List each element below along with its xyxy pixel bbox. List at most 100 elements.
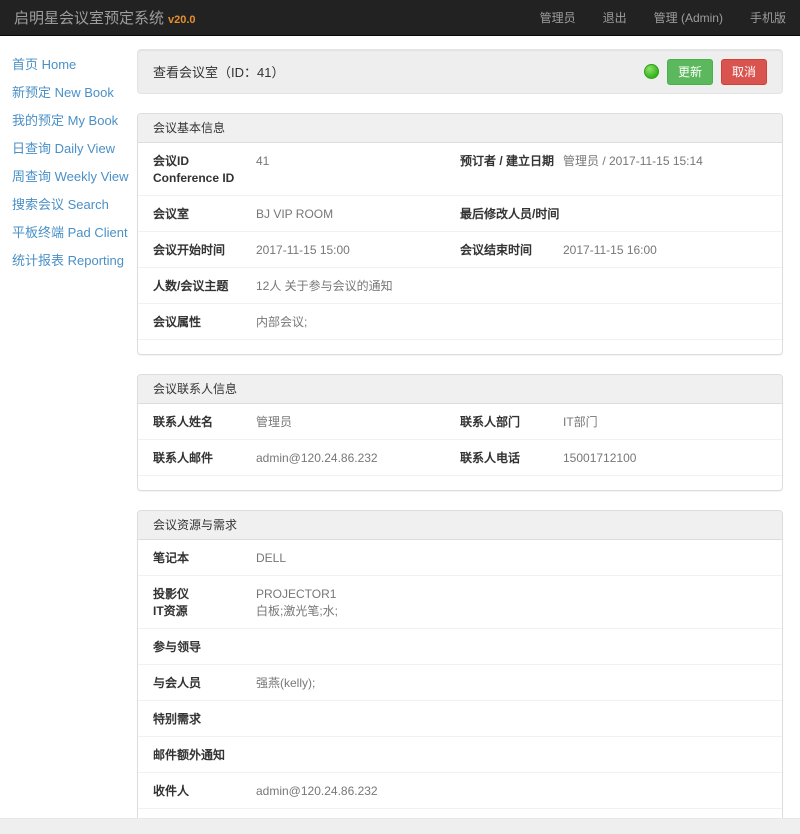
panel-title-resources: 会议资源与需求 [138, 511, 782, 540]
panel-resources: 会议资源与需求笔记本DELL 投影仪IT资源PROJECTOR1白板;激光笔;水;… [137, 510, 783, 824]
app-version: v20.0 [168, 14, 196, 26]
sidebar-item-home[interactable]: 首页 Home [12, 58, 125, 71]
field-row: 会议室BJ VIP ROOM 最后修改人员/时间 [138, 196, 782, 232]
field-value-line: 内部会议; [256, 314, 307, 331]
field-value-line: admin@120.24.86.232 [256, 450, 378, 467]
sidebar-item-my-book[interactable]: 我的预定 My Book [12, 114, 125, 127]
panels-container: 会议基本信息会议IDConference ID41 预订者 / 建立日期管理员 /… [137, 113, 783, 824]
field-cell: 会议属性内部会议; [153, 314, 767, 331]
field-value-line: DELL [256, 550, 286, 567]
field-cell: 会议结束时间2017-11-15 16:00 [460, 242, 767, 259]
toolbar-actions: 更新 取消 [644, 59, 767, 85]
field-label: 会议开始时间 [153, 242, 256, 259]
field-label: 会议属性 [153, 314, 256, 331]
field-value-line: BJ VIP ROOM [256, 206, 333, 223]
field-row: 参与领导 [138, 629, 782, 665]
panel-body-contact-info: 联系人姓名管理员联系人部门IT部门联系人邮件admin@120.24.86.23… [138, 404, 782, 490]
field-value-line: admin@120.24.86.232 [256, 783, 378, 800]
field-value: 管理员 [256, 414, 292, 431]
panel-title-basic-info: 会议基本信息 [138, 114, 782, 143]
field-label: 特别需求 [153, 711, 256, 728]
field-label-line: 会议ID [153, 153, 256, 170]
field-cell: 联系人姓名管理员 [153, 414, 460, 431]
field-value-line: 41 [256, 153, 269, 170]
field-cell: 收件人admin@120.24.86.232 [153, 783, 767, 800]
field-label-line: IT资源 [153, 603, 256, 620]
field-label-line: 特别需求 [153, 711, 256, 728]
field-cell: 与会人员强燕(kelly); [153, 675, 767, 692]
panel-contact-info: 会议联系人信息联系人姓名管理员联系人部门IT部门联系人邮件admin@120.2… [137, 374, 783, 491]
field-label: 会议室 [153, 206, 256, 223]
field-label-line: 会议开始时间 [153, 242, 256, 259]
field-row: 与会人员强燕(kelly); [138, 665, 782, 701]
field-label-line: 最后修改人员/时间 [460, 206, 563, 223]
cancel-button[interactable]: 取消 [721, 59, 767, 85]
nav-link-admin[interactable]: 管理 (Admin) [654, 9, 723, 26]
field-label-line: 联系人部门 [460, 414, 563, 431]
field-value-line: 2017-11-15 15:00 [256, 242, 350, 259]
field-row: 笔记本DELL [138, 540, 782, 576]
field-row: 会议IDConference ID41 预订者 / 建立日期管理员 / 2017-… [138, 143, 782, 196]
field-label: 最后修改人员/时间 [460, 206, 563, 223]
nav-link-current-user[interactable]: 管理员 [540, 9, 576, 26]
field-row: 特别需求 [138, 701, 782, 737]
field-value-line: 2017-11-15 16:00 [563, 242, 657, 259]
app-brand[interactable]: 启明星会议室预定系统v20.0 [14, 7, 196, 28]
field-label-line: 联系人电话 [460, 450, 563, 467]
sidebar-item-search[interactable]: 搜索会议 Search [12, 198, 125, 211]
update-button[interactable]: 更新 [667, 59, 713, 85]
nav-link-mobile[interactable]: 手机版 [750, 9, 786, 26]
field-cell: 预订者 / 建立日期管理员 / 2017-11-15 15:14 [460, 153, 767, 187]
field-cell: 笔记本DELL [153, 550, 767, 567]
sidebar-item-reporting[interactable]: 统计报表 Reporting [12, 254, 125, 267]
field-value-line: 强燕(kelly); [256, 675, 315, 692]
sidebar-item-daily-view[interactable]: 日查询 Daily View [12, 142, 125, 155]
field-cell: 联系人邮件admin@120.24.86.232 [153, 450, 460, 467]
field-cell: 参与领导 [153, 639, 767, 656]
panel-body-basic-info: 会议IDConference ID41 预订者 / 建立日期管理员 / 2017-… [138, 143, 782, 354]
field-cell: 联系人电话15001712100 [460, 450, 767, 467]
field-label: 预订者 / 建立日期 [460, 153, 563, 187]
field-label-line: 笔记本 [153, 550, 256, 567]
field-cell: 特别需求 [153, 711, 767, 728]
field-label: 与会人员 [153, 675, 256, 692]
field-value: 15001712100 [563, 450, 636, 467]
field-cell: 邮件额外通知 [153, 747, 767, 764]
field-value: 管理员 / 2017-11-15 15:14 [563, 153, 703, 187]
sidebar-item-new-book[interactable]: 新预定 New Book [12, 86, 125, 99]
field-value: 12人 关于参与会议的通知 [256, 278, 393, 295]
field-label: 会议结束时间 [460, 242, 563, 259]
field-label-line: 会议室 [153, 206, 256, 223]
field-value: admin@120.24.86.232 [256, 450, 378, 467]
field-cell: 人数/会议主题12人 关于参与会议的通知 [153, 278, 767, 295]
field-label: 参与领导 [153, 639, 256, 656]
field-value: 2017-11-15 15:00 [256, 242, 350, 259]
field-label-line: 会议属性 [153, 314, 256, 331]
field-label: 投影仪IT资源 [153, 586, 256, 620]
field-label: 联系人姓名 [153, 414, 256, 431]
field-value: DELL [256, 550, 286, 567]
field-label: 联系人邮件 [153, 450, 256, 467]
field-label: 收件人 [153, 783, 256, 800]
panel-body-resources: 笔记本DELL 投影仪IT资源PROJECTOR1白板;激光笔;水; 参与领导与会人… [138, 540, 782, 823]
field-row: 会议开始时间2017-11-15 15:00 会议结束时间2017-11-15 1… [138, 232, 782, 268]
sidebar-item-weekly-view[interactable]: 周查询 Weekly View [12, 170, 125, 183]
field-value: IT部门 [563, 414, 598, 431]
field-cell: 投影仪IT资源PROJECTOR1白板;激光笔;水; [153, 586, 767, 620]
main-content: 查看会议室（ID：41） 更新 取消 会议基本信息会议IDConference … [137, 36, 783, 824]
field-label: 人数/会议主题 [153, 278, 256, 295]
field-row: 收件人admin@120.24.86.232 [138, 773, 782, 809]
nav-link-logout[interactable]: 退出 [603, 9, 627, 26]
sidebar-item-pad-client[interactable]: 平板终端 Pad Client [12, 226, 125, 239]
field-value: 强燕(kelly); [256, 675, 315, 692]
top-navbar: 启明星会议室预定系统v20.0 管理员 退出 管理 (Admin) 手机版 [0, 0, 800, 36]
field-label: 联系人部门 [460, 414, 563, 431]
panel-title-contact-info: 会议联系人信息 [138, 375, 782, 404]
field-value-line: PROJECTOR1 [256, 586, 338, 603]
field-label-line: 会议结束时间 [460, 242, 563, 259]
field-value-line: 15001712100 [563, 450, 636, 467]
field-label-line: Conference ID [153, 170, 256, 187]
field-row: 人数/会议主题12人 关于参与会议的通知 [138, 268, 782, 304]
field-label-line: 收件人 [153, 783, 256, 800]
field-label: 笔记本 [153, 550, 256, 567]
